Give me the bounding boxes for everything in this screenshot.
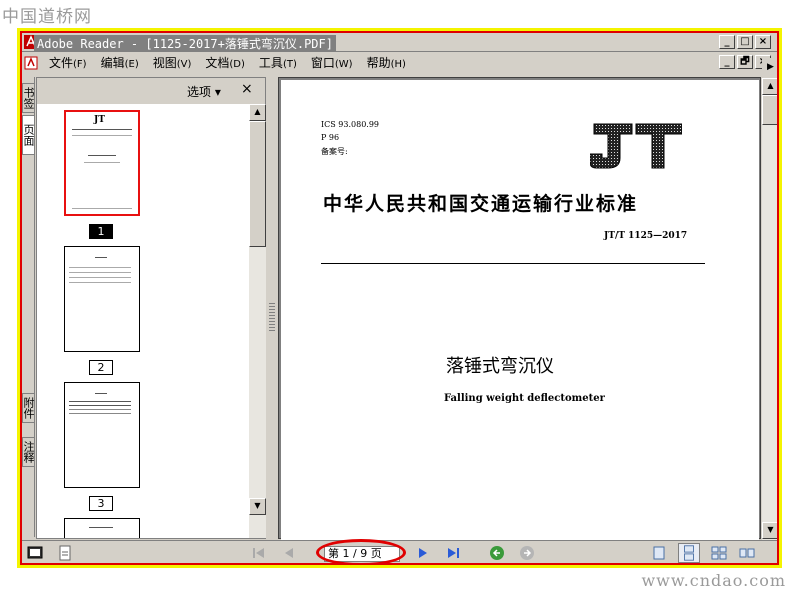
site-url-watermark: www.cndao.com (641, 571, 786, 590)
thumb-line (89, 527, 113, 528)
highlight-ellipse (316, 539, 406, 563)
ics-code: ICS 93.080.99 (321, 120, 380, 129)
thumb-line (69, 272, 131, 273)
options-dropdown[interactable]: 选项 ▾ (187, 83, 221, 100)
doc-minimize-button[interactable]: _ (719, 55, 735, 69)
page-label-3[interactable]: 3 (89, 496, 113, 511)
document-title-cn: 落锤式弯沉仪 (446, 356, 554, 377)
next-page-icon[interactable] (414, 545, 432, 561)
menu-edit[interactable]: 编辑(E) (94, 54, 146, 71)
thumb-line (69, 405, 131, 406)
record-number: 备案号: (321, 147, 348, 156)
thumb-line (69, 277, 131, 278)
tab-bookmarks[interactable]: 书签 (22, 83, 35, 113)
document-scrollbar[interactable]: ▲ ▼ (762, 78, 777, 540)
reader-window: Adobe Reader - [1125-2017+落锤式弯沉仪.PDF] _ … (20, 31, 779, 565)
last-page-icon[interactable] (444, 545, 462, 561)
pdf-document-icon (24, 56, 38, 69)
tab-attachments[interactable]: 附件 (22, 393, 35, 423)
jt-logo (590, 123, 682, 169)
maximize-button[interactable]: □ (737, 35, 753, 49)
tab-comments[interactable]: 注释 (22, 437, 35, 467)
panel-scroll-thumb[interactable] (249, 121, 266, 247)
page-label-2[interactable]: 2 (89, 360, 113, 375)
forward-view-icon[interactable] (518, 545, 536, 561)
menu-file[interactable]: 文件(F) (42, 54, 94, 71)
panel-scrollbar[interactable]: ▲ ▼ (249, 104, 266, 538)
page-label-1[interactable]: 1 (89, 224, 113, 239)
document-view: ICS 93.080.99 P 96 备案号: 中华人民共和国交通运输行业标准 … (278, 77, 761, 540)
thumb-line (72, 129, 132, 130)
window-controls: _ □ × (719, 35, 771, 49)
single-page-icon[interactable] (650, 545, 668, 561)
doc-restore-button[interactable]: 🗗 (737, 55, 753, 69)
panel-header: 选项 ▾ × (37, 78, 265, 104)
thumb-line (72, 135, 132, 136)
page-size-icon[interactable] (56, 545, 74, 561)
panel-close-button[interactable]: × (241, 81, 253, 97)
menu-window[interactable]: 窗口(W) (304, 54, 360, 71)
page-thumbnail-2[interactable] (64, 246, 140, 352)
pdf-page: ICS 93.080.99 P 96 备案号: 中华人民共和国交通运输行业标准 … (281, 80, 759, 540)
thumb-line (69, 267, 131, 268)
doc-scroll-up-button[interactable]: ▲ (762, 78, 777, 95)
thumb-line (69, 401, 131, 402)
doc-scroll-down-button[interactable]: ▼ (762, 522, 777, 539)
title-divider (321, 263, 705, 264)
thumb-line (69, 413, 131, 414)
pages-panel: 选项 ▾ × JT 1 2 3 ▲ ▼ (36, 77, 266, 539)
page-thumbnail-3[interactable] (64, 382, 140, 488)
menu-help[interactable]: 帮助(H) (360, 54, 413, 71)
page-thumbnail-1[interactable]: JT (64, 110, 140, 216)
thumb-logo-text: JT (94, 115, 105, 125)
facing-pages-icon[interactable] (710, 545, 728, 561)
menu-document[interactable]: 文档(D) (198, 54, 252, 71)
navigation-tabs: 书签 页面 附件 注释 (22, 77, 35, 537)
menu-tools[interactable]: 工具(T) (252, 54, 304, 71)
scroll-down-button[interactable]: ▼ (249, 498, 266, 515)
splitter-grip (269, 301, 275, 331)
standard-title: 中华人民共和国交通运输行业标准 (323, 193, 639, 215)
thumb-line (95, 257, 107, 258)
minimize-button[interactable]: _ (719, 35, 735, 49)
continuous-page-icon[interactable] (678, 543, 700, 563)
page-thumbnail-4[interactable] (64, 518, 140, 538)
thumb-line (88, 155, 116, 156)
scroll-up-button[interactable]: ▲ (249, 104, 266, 121)
site-logo-text: 中国道桥网 (2, 7, 92, 27)
thumb-line (84, 162, 120, 163)
p-code: P 96 (321, 133, 340, 142)
title-bar: Adobe Reader - [1125-2017+落锤式弯沉仪.PDF] _ … (22, 33, 777, 52)
thumb-line (95, 393, 107, 394)
standard-code: JT/T 1125—2017 (604, 231, 688, 241)
thumb-line (72, 208, 132, 209)
tab-pages[interactable]: 页面 (22, 115, 35, 155)
split-arrow-icon[interactable]: ▶ (762, 58, 777, 77)
document-title-en: Falling weight deflectometer (444, 393, 605, 404)
back-view-icon[interactable] (488, 545, 506, 561)
window-title: Adobe Reader - [1125-2017+落锤式弯沉仪.PDF] (34, 35, 336, 52)
previous-page-icon[interactable] (280, 545, 298, 561)
menu-bar: 文件(F) 编辑(E) 视图(V) 文档(D) 工具(T) 窗口(W) 帮助(H… (22, 53, 777, 72)
status-bar: 第 1 / 9 页 (22, 539, 777, 563)
first-page-icon[interactable] (250, 545, 268, 561)
menu-view[interactable]: 视图(V) (146, 54, 199, 71)
thumb-line (69, 282, 131, 283)
thumb-line (69, 409, 131, 410)
continuous-facing-icon[interactable] (738, 545, 756, 561)
screen-icon[interactable] (26, 545, 44, 561)
close-button[interactable]: × (755, 35, 771, 49)
panel-splitter[interactable] (267, 77, 277, 539)
doc-scroll-thumb[interactable] (762, 95, 777, 125)
thumbnail-list: JT 1 2 3 (37, 104, 249, 538)
